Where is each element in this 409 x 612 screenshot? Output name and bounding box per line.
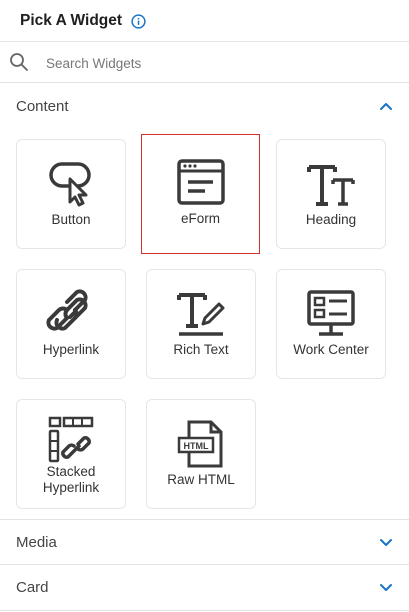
info-icon[interactable] <box>131 13 146 29</box>
section-media-header[interactable]: Media <box>0 519 409 565</box>
text-size-icon <box>305 158 357 210</box>
widget-work-center[interactable]: Work Center <box>276 269 386 379</box>
widget-label: Heading <box>305 212 357 227</box>
widget-label-line-1: Stacked <box>46 464 96 479</box>
widget-label: Hyperlink <box>42 342 100 357</box>
section-card-header[interactable]: Card <box>0 565 409 611</box>
widget-stacked-hyperlink[interactable]: Stacked Hyperlink <box>16 399 126 509</box>
chevron-down-icon[interactable] <box>379 581 393 595</box>
text-edit-icon <box>175 288 227 340</box>
widget-label: Rich Text <box>173 342 229 357</box>
widget-label: Work Center <box>293 342 369 357</box>
widget-label: Button <box>51 212 91 227</box>
html-file-icon: HTML <box>175 418 227 470</box>
widget-hyperlink[interactable]: Hyperlink <box>16 269 126 379</box>
stacked-link-icon <box>45 414 97 466</box>
html-icon-text: HTML <box>184 441 209 451</box>
dashboard-monitor-icon <box>305 288 357 340</box>
cursor-pointer-icon <box>45 158 97 210</box>
widget-heading[interactable]: Heading <box>276 139 386 249</box>
form-window-icon <box>175 157 227 209</box>
search-bar <box>0 42 409 83</box>
link-icon <box>45 288 97 340</box>
section-content-header[interactable]: Content <box>0 83 409 129</box>
widget-label-line-2: Hyperlink <box>42 480 100 495</box>
widget-label: Stacked Hyperlink <box>43 464 99 496</box>
widget-eform[interactable]: eForm <box>141 134 260 254</box>
widget-label: Raw HTML <box>167 472 235 487</box>
chevron-up-icon[interactable] <box>379 99 393 113</box>
widget-grid: Button eForm Heading Hyperlink Rich Text… <box>16 134 388 509</box>
panel-header: Pick A Widget <box>0 0 409 42</box>
widget-label: eForm <box>180 211 220 226</box>
section-content-label: Content <box>16 97 69 115</box>
section-card-label: Card <box>16 579 49 596</box>
search-input[interactable] <box>46 52 386 74</box>
widget-raw-html[interactable]: HTML Raw HTML <box>146 399 256 509</box>
page-title: Pick A Widget <box>20 11 123 29</box>
widget-button[interactable]: Button <box>16 139 126 249</box>
search-icon <box>9 52 29 72</box>
section-media-label: Media <box>16 533 57 551</box>
widget-rich-text[interactable]: Rich Text <box>146 269 256 379</box>
chevron-down-icon[interactable] <box>379 536 393 550</box>
